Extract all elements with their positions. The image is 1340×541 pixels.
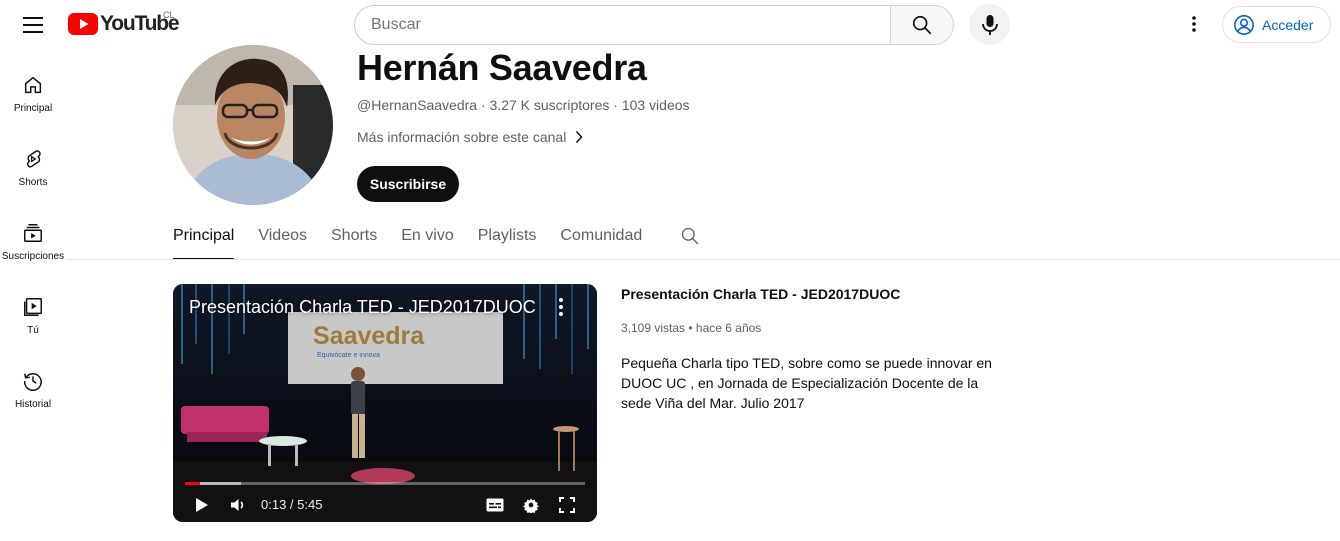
channel-handle: @HernanSaavedra xyxy=(357,97,478,113)
country-code: CL xyxy=(163,10,175,20)
shorts-icon xyxy=(26,150,41,168)
gear-icon xyxy=(523,498,539,513)
video-title-link[interactable]: Presentación Charla TED - JED2017DUOC xyxy=(621,286,900,302)
progress-played xyxy=(185,482,201,485)
more-vert-icon xyxy=(1192,16,1196,32)
sidebar-item-label: Shorts xyxy=(18,177,48,188)
search-input[interactable] xyxy=(354,5,891,45)
youtube-logo[interactable]: YouTube xyxy=(68,12,180,36)
published-time: hace 6 años xyxy=(695,321,762,335)
featured-video-player[interactable]: Saavedra Equivócate e innova Presentació… xyxy=(173,284,597,522)
video-description: Pequeña Charla tipo TED, sobre como se p… xyxy=(621,355,992,411)
more-info-label: Más información sobre este canal xyxy=(357,129,567,145)
progress-bar[interactable] xyxy=(185,482,585,485)
sidebar-item-historial[interactable]: Historial xyxy=(0,352,66,422)
player-title[interactable]: Presentación Charla TED - JED2017DUOC xyxy=(189,297,536,318)
sidebar-item-label: Principal xyxy=(13,103,53,114)
video-frame xyxy=(173,284,597,522)
video-stats: 3,109 vistas • hace 6 años xyxy=(621,321,761,335)
settings-menu-button[interactable] xyxy=(1178,8,1210,40)
channel-search-icon[interactable] xyxy=(680,226,700,246)
sidebar-item-tu[interactable]: Tú xyxy=(0,278,66,348)
tab-principal[interactable]: Principal xyxy=(173,218,235,260)
play-icon xyxy=(196,498,208,512)
video-slide-subtext: Equivócate e innova xyxy=(317,352,381,359)
channel-tabs: Principal Videos Shorts En vivo Playlist… xyxy=(173,218,666,260)
fullscreen-button[interactable] xyxy=(556,494,578,516)
channel-avatar-image xyxy=(173,45,333,205)
search-button[interactable] xyxy=(890,5,954,45)
sign-in-button[interactable]: Acceder xyxy=(1222,6,1331,43)
youtube-logo-icon xyxy=(68,13,98,35)
tab-comunidad[interactable]: Comunidad xyxy=(560,218,642,260)
chevron-right-icon xyxy=(576,130,583,144)
view-count: 3,109 vistas xyxy=(621,321,686,335)
stats-separator: • xyxy=(685,321,696,335)
video-count: 103 videos xyxy=(621,97,690,113)
history-icon xyxy=(24,373,42,391)
subscribe-button[interactable]: Suscribirse xyxy=(357,166,459,202)
subscriber-count: 3.27 K suscriptores xyxy=(489,97,610,113)
sidebar-item-label: Historial xyxy=(14,399,52,410)
channel-avatar[interactable] xyxy=(173,45,333,205)
menu-button[interactable] xyxy=(16,8,50,42)
menu-icon xyxy=(23,17,43,33)
time-display: 0:13 / 5:45 xyxy=(261,497,323,512)
sidebar-item-label: Suscripciones xyxy=(1,251,65,262)
tab-en-vivo[interactable]: En vivo xyxy=(401,218,453,260)
channel-meta: @HernanSaavedra · 3.27 K suscriptores · … xyxy=(357,97,690,113)
voice-search-button[interactable] xyxy=(969,4,1010,45)
tabs-divider xyxy=(66,259,1340,260)
captions-icon xyxy=(486,498,504,512)
tab-videos[interactable]: Videos xyxy=(258,218,307,260)
subscriptions-icon xyxy=(24,224,42,242)
video-slide-text: Saavedra xyxy=(313,322,425,350)
meta-separator: · xyxy=(477,97,490,113)
tab-shorts[interactable]: Shorts xyxy=(331,218,377,260)
mute-button[interactable] xyxy=(227,494,249,516)
play-button[interactable] xyxy=(191,494,213,516)
sidebar-item-shorts[interactable]: Shorts xyxy=(0,130,66,200)
sidebar-item-suscripciones[interactable]: Suscripciones xyxy=(0,204,66,274)
sidebar-item-label: Tú xyxy=(27,325,39,336)
player-more-icon[interactable] xyxy=(553,296,569,318)
sign-in-label: Acceder xyxy=(1262,16,1314,33)
home-icon xyxy=(24,76,42,94)
library-icon xyxy=(24,298,42,316)
channel-name: Hernán Saavedra xyxy=(357,47,647,88)
more-info-link[interactable]: Más información sobre este canal xyxy=(357,129,583,145)
captions-button[interactable] xyxy=(484,494,506,516)
sidebar-item-principal[interactable]: Principal xyxy=(0,56,66,126)
volume-icon xyxy=(231,499,244,511)
mic-icon xyxy=(981,14,998,35)
search-icon xyxy=(912,15,932,35)
tab-playlists[interactable]: Playlists xyxy=(478,218,537,260)
fullscreen-icon xyxy=(559,497,575,513)
account-circle-icon xyxy=(1234,14,1254,35)
meta-separator: · xyxy=(609,97,622,113)
settings-button[interactable] xyxy=(520,494,542,516)
masthead: YouTube CL Acceder xyxy=(0,0,1340,50)
